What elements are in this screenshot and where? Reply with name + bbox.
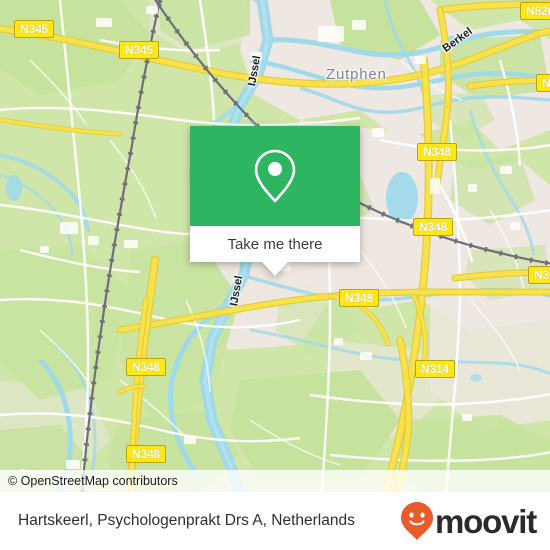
road-shield-n348-center[interactable]: N348 (339, 289, 379, 307)
callout-button-label: Take me there (227, 235, 323, 253)
road-shield-n345-east[interactable]: N345 (119, 41, 159, 59)
footer-bar: Hartskeerl, Psychologenprakt Drs A, Neth… (0, 492, 550, 550)
road-shield-n345-west[interactable]: N345 (14, 20, 54, 38)
map-screenshot-root: Zutphen IJssel IJssel Berkel N345 N345 N… (0, 0, 550, 550)
moovit-logo[interactable]: moovit (400, 501, 550, 541)
callout-button[interactable]: Take me there (190, 226, 360, 276)
road-shield-n348-sw-up[interactable]: N348 (126, 358, 166, 376)
take-me-there-callout[interactable]: Take me there (190, 126, 360, 276)
place-label-zutphen: Zutphen (326, 66, 387, 83)
road-shield-n348-ne[interactable]: N348 (417, 143, 457, 161)
callout-icon-area (190, 126, 360, 226)
road-shield-n3-midright[interactable]: N3 (528, 266, 550, 284)
road-shield-n826[interactable]: N826 (520, 2, 550, 20)
location-title: Hartskeerl, Psychologenprakt Drs A, Neth… (18, 512, 355, 529)
moovit-wordmark: moovit (435, 502, 537, 540)
callout-tail (262, 262, 288, 276)
attribution-text[interactable]: © OpenStreetMap contributors (0, 474, 178, 488)
moovit-smiley-pin-icon (401, 502, 434, 540)
map-attribution-bar: © OpenStreetMap contributors (0, 470, 550, 492)
map-pin-icon (254, 149, 296, 203)
map-canvas[interactable]: Zutphen IJssel IJssel Berkel N345 N345 N… (0, 0, 550, 492)
road-shield-n3-topright[interactable]: N3 (536, 74, 550, 92)
road-shield-n348-sw-down[interactable]: N348 (126, 445, 166, 463)
road-shield-n314[interactable]: N314 (415, 360, 455, 378)
road-shield-n348-east[interactable]: N348 (413, 218, 453, 236)
